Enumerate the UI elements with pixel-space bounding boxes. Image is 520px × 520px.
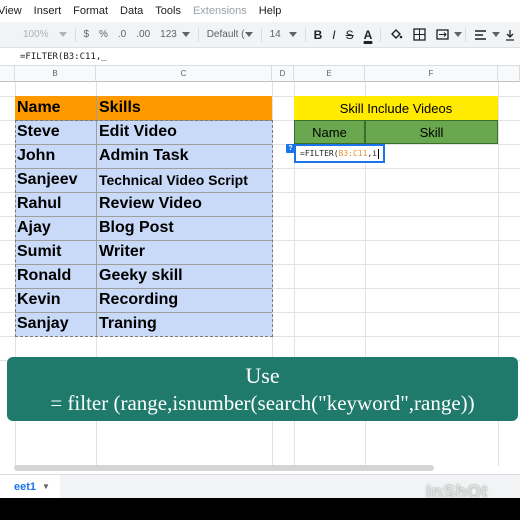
zoom-select[interactable]: 100% [18,29,54,40]
formula-range: B3:C11 [338,149,368,158]
table-cell-skill[interactable]: Technical Video Script [97,168,272,192]
table-divider [15,168,272,169]
font-size-select[interactable]: 14 [265,29,289,40]
formula-help-icon[interactable]: ? [286,144,295,153]
result-title-cell[interactable]: Skill Include Videos [294,96,498,120]
italic-button[interactable]: I [327,28,340,42]
table-cell-skill[interactable]: Blog Post [97,216,272,240]
table-cell-name[interactable]: Rahul [15,192,96,216]
table-cell-name[interactable]: Kevin [15,288,96,312]
sheet-tab[interactable]: eet1 ▼ [0,475,60,498]
align-icon[interactable] [474,28,487,42]
borders-icon[interactable] [413,28,426,42]
chevron-down-icon[interactable]: ▼ [42,482,50,491]
fill-color-icon[interactable] [389,28,403,42]
toolbar-divider [465,27,466,42]
horizontal-scrollbar[interactable] [14,465,434,471]
formula-prefix: =FILTER( [300,149,339,158]
table-cell-name[interactable]: Ronald [15,264,96,288]
table-cell-name[interactable]: John [15,144,96,168]
toolbar-divider [380,27,381,42]
menu-tools[interactable]: Tools [149,5,187,17]
formula-bar[interactable]: =FILTER(B3:C11,_ [0,48,520,66]
toolbar-divider [261,27,262,42]
decrease-decimal-button[interactable]: .0 [113,29,131,40]
menu-extensions[interactable]: Extensions [187,5,253,17]
menu-help[interactable]: Help [253,5,288,17]
formula-suffix: ,i [367,149,378,158]
chevron-down-icon [288,28,297,42]
table-cell-name[interactable]: Sanjay [15,312,96,336]
toolbar-divider [305,27,306,42]
table-header-skills[interactable]: Skills [97,96,272,120]
sheet-tab-label: eet1 [14,480,37,493]
menu-format[interactable]: Format [67,5,114,17]
column-header-d[interactable]: D [272,66,294,82]
table-divider [15,192,272,193]
percent-button[interactable]: % [94,29,113,40]
banner-line-2: = filter (range,isnumber(search("keyword… [50,391,475,415]
chevron-down-icon [491,28,500,42]
formula-edit-cell[interactable]: =FILTER(B3:C11 ,i [294,144,385,163]
menu-insert[interactable]: Insert [28,5,68,17]
table-cell-skill[interactable]: Review Video [97,192,272,216]
watermark-logo: InShOt [426,482,488,502]
table-cell-skill[interactable]: Writer [97,240,272,264]
tip-banner: Use = filter (range,isnumber(search("key… [7,357,518,421]
result-header-name[interactable]: Name [294,120,365,144]
increase-decimal-button[interactable]: .00 [131,29,155,40]
menu-data[interactable]: Data [114,5,149,17]
table-divider [15,312,272,313]
table-divider [15,120,272,121]
merge-cells-icon[interactable] [436,28,449,42]
currency-button[interactable]: $ [78,29,94,40]
chevron-down-icon [454,28,463,42]
table-cell-name[interactable]: Sumit [15,240,96,264]
text-cursor [378,148,380,159]
table-cell-skill[interactable]: Geeky skill [97,264,272,288]
table-cell-name[interactable]: Steve [15,120,96,144]
column-header-f[interactable]: F [365,66,498,82]
menu-bar: View Insert Format Data Tools Extensions… [0,0,520,22]
table-divider [15,264,272,265]
valign-icon[interactable] [505,28,515,42]
chevron-down-icon [58,28,67,42]
toolbar-divider [74,27,76,42]
more-formats-button[interactable]: 123 [155,29,182,40]
table-header-name[interactable]: Name [15,96,96,120]
column-header-e[interactable]: E [294,66,365,82]
chevron-down-icon [244,28,253,42]
result-header-skill[interactable]: Skill [365,120,498,144]
column-header-c[interactable]: C [96,66,272,82]
strikethrough-button[interactable]: S [341,28,359,42]
corner-header [0,66,15,82]
table-cell-skill[interactable]: Recording [97,288,272,312]
table-divider [15,288,272,289]
font-select[interactable]: Default (Ari... [202,29,245,40]
table-cell-skill[interactable]: Traning [97,312,272,336]
table-divider [15,216,272,217]
table-cell-name[interactable]: Ajay [15,216,96,240]
table-cell-skill[interactable]: Edit Video [97,120,272,144]
toolbar-divider [198,27,199,42]
table-cell-skill[interactable]: Admin Task [97,144,272,168]
menu-view[interactable]: View [0,5,28,17]
column-header-b[interactable]: B [15,66,96,82]
text-color-button[interactable]: A [359,28,378,42]
toolbar: 100% $ % .0 .00 123 Default (Ari... 14 B… [0,22,520,48]
bold-button[interactable]: B [309,28,328,42]
column-header-g[interactable] [498,66,520,82]
banner-line-1: Use [245,363,280,388]
table-divider [15,240,272,241]
table-cell-name[interactable]: Sanjeev [15,168,96,192]
table-divider [15,144,272,145]
chevron-down-icon [181,28,190,42]
